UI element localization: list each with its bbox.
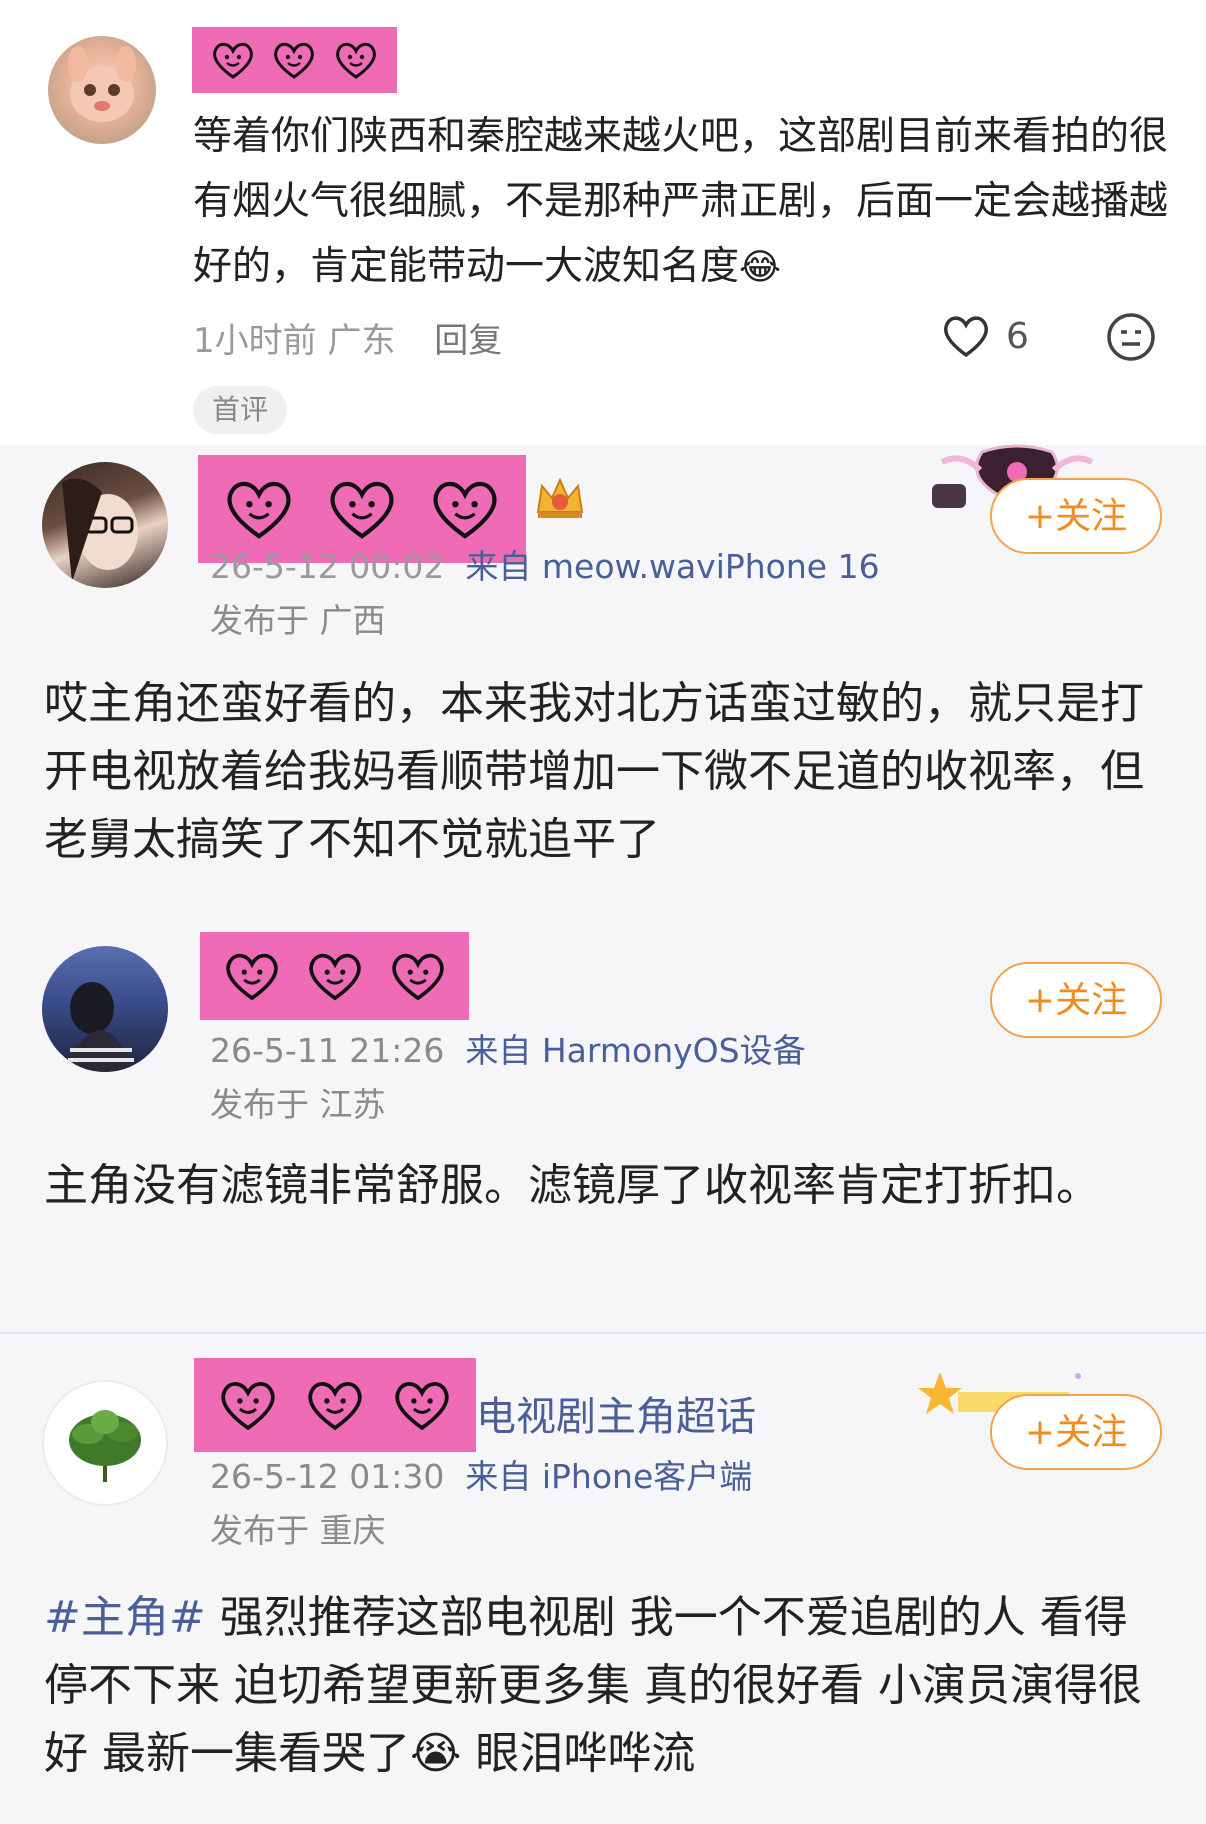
comment-location: 发布于 广西 <box>210 601 386 640</box>
like-count: 6 <box>1006 315 1029 357</box>
avatar[interactable] <box>42 1380 168 1506</box>
heart-face-icon <box>395 1382 450 1431</box>
comment-meta: 26-5-12 01:30 来自 iPhone客户端 <box>210 1450 752 1498</box>
comment-location: 广东 <box>327 321 396 361</box>
heart-face-icon <box>336 42 377 79</box>
comment-location: 发布于 江苏 <box>210 1085 386 1124</box>
avatar[interactable] <box>48 36 156 144</box>
heart-outline-icon <box>944 316 988 358</box>
comment-time: 26-5-12 00:02 <box>210 547 445 586</box>
comment-meta: 1小时前 广东 回复 <box>193 313 502 362</box>
super-topic-link[interactable]: 电视剧主角超话 <box>476 1384 756 1442</box>
comment-feed: 等着你们陕西和秦腔越来越火吧，这部剧目前来看拍的很有烟火气很细腻，不是那种严肃正… <box>0 0 1206 1824</box>
follow-button[interactable]: +关注 <box>990 1394 1162 1470</box>
comment-text: 主角没有滤镜非常舒服。滤镜厚了收视率肯定打折扣。 <box>44 1160 1100 1211</box>
comment-time: 26-5-12 01:30 <box>210 1457 445 1496</box>
avatar[interactable] <box>42 946 168 1072</box>
heart-face-icon <box>433 481 497 539</box>
like-button[interactable]: 6 <box>940 313 1029 359</box>
comment-meta: 26-5-11 21:26 来自 HarmonyOS设备 <box>210 1024 806 1072</box>
divider <box>0 1332 1206 1334</box>
heart-face-icon <box>227 481 291 539</box>
reply-button[interactable]: 回复 <box>434 321 502 361</box>
top-comment-card: 等着你们陕西和秦腔越来越火吧，这部剧目前来看拍的很有烟火气很细腻，不是那种严肃正… <box>0 0 1206 445</box>
username-redaction <box>200 932 469 1020</box>
heart-face-icon <box>225 953 278 1001</box>
comment-text: 哎主角还蛮好看的，本来我对北方话蛮过敏的，就只是打开电视放着给我妈看顺带增加一下… <box>44 678 1144 865</box>
avatar-image <box>62 478 138 582</box>
heart-face-icon <box>274 42 315 79</box>
username-redaction <box>194 1358 476 1452</box>
avatar-image <box>69 1410 141 1482</box>
heart-face-icon <box>391 953 444 1001</box>
crown-badge-icon <box>536 477 584 518</box>
comment-text: #主角# 强烈推荐这部电视剧 我一个不爱追剧的人 看得停不下来 迫切希望更新更多… <box>44 1584 1164 1788</box>
hashtag-link[interactable]: #主角# <box>44 1592 206 1643</box>
first-comment-badge: 首评 <box>193 386 287 434</box>
comment-time: 26-5-11 21:26 <box>210 1031 445 1070</box>
comment-source: 来自 meow.waviPhone 16 <box>465 547 880 586</box>
laughing-emoji-icon: 😂 <box>739 247 782 288</box>
avatar-image <box>68 46 136 122</box>
heart-face-icon <box>308 953 361 1001</box>
comment-location: 发布于 重庆 <box>210 1511 386 1550</box>
crying-emoji-icon: 😭 <box>410 1728 462 1779</box>
comment-meta: 26-5-12 00:02 来自 meow.waviPhone 16 <box>210 540 880 588</box>
follow-button[interactable]: +关注 <box>990 478 1162 554</box>
comment-text-body: 等着你们陕西和秦腔越来越火吧，这部剧目前来看拍的很有烟火气很细腻，不是那种严肃正… <box>193 114 1169 289</box>
follow-button[interactable]: +关注 <box>990 962 1162 1038</box>
username-redaction <box>192 27 397 93</box>
avatar[interactable] <box>42 462 168 588</box>
heart-face-icon <box>220 1382 275 1431</box>
avatar-image <box>62 982 134 1072</box>
comment-source: 来自 iPhone客户端 <box>465 1457 753 1496</box>
comment-source: 来自 HarmonyOS设备 <box>465 1031 806 1070</box>
comment-text-tail: 眼泪哗哗流 <box>461 1728 696 1779</box>
comment-text: 等着你们陕西和秦腔越来越火吧，这部剧目前来看拍的很有烟火气很细腻，不是那种严肃正… <box>193 104 1173 300</box>
heart-face-icon <box>308 1382 362 1431</box>
heart-face-icon <box>330 481 394 539</box>
emoji-reaction-icon[interactable] <box>1105 311 1157 363</box>
heart-face-icon <box>212 42 253 79</box>
comment-time: 1小时前 <box>193 321 317 361</box>
